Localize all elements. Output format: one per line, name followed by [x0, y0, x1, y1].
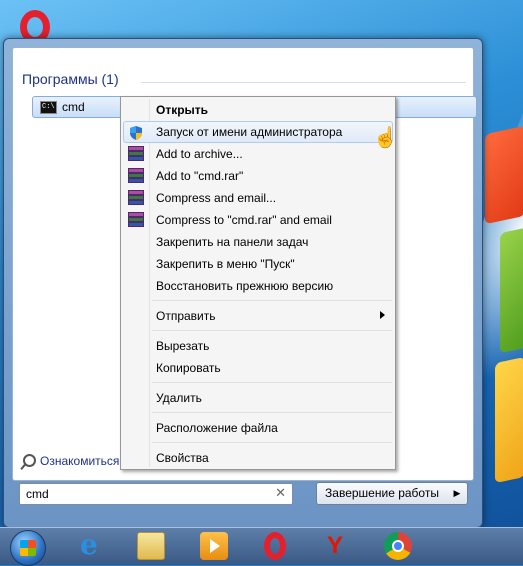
windows-logo-green — [500, 226, 523, 354]
opera-icon[interactable] — [264, 532, 286, 560]
menu-separator — [152, 412, 392, 413]
menu-item-cut[interactable]: Вырезать — [123, 335, 393, 357]
menu-item-delete[interactable]: Удалить — [123, 387, 393, 409]
media-player-icon[interactable] — [200, 532, 228, 560]
yandex-browser-icon[interactable] — [322, 532, 350, 560]
winrar-icon — [128, 146, 144, 162]
section-divider — [141, 82, 466, 83]
menu-separator — [152, 442, 392, 443]
windows-logo-red — [485, 125, 523, 225]
menu-item-open[interactable]: Открыть — [123, 99, 393, 121]
explorer-folder-icon[interactable] — [137, 532, 165, 560]
shutdown-options-button[interactable]: ▶ — [447, 482, 468, 505]
menu-separator — [152, 300, 392, 301]
see-more-results-link[interactable]: Ознакомиться с — [23, 454, 129, 468]
menu-item-run-as-admin[interactable]: Запуск от имени администратора — [123, 121, 393, 143]
chrome-icon[interactable] — [384, 532, 412, 560]
winrar-icon — [128, 190, 144, 206]
program-label: cmd — [62, 100, 85, 114]
menu-item-add-to-archive[interactable]: Add to archive... — [123, 143, 393, 165]
uac-shield-icon — [130, 126, 142, 140]
search-input[interactable]: cmd ✕ — [19, 483, 293, 505]
menu-item-pin-start[interactable]: Закрепить в меню "Пуск" — [123, 253, 393, 275]
shutdown-button[interactable]: Завершение работы — [316, 482, 448, 505]
context-menu: Открыть Запуск от имени администратора A… — [120, 96, 396, 470]
internet-explorer-icon[interactable] — [77, 528, 105, 561]
menu-item-compress-email[interactable]: Compress and email... — [123, 187, 393, 209]
winrar-icon — [128, 168, 144, 184]
clear-search-icon[interactable]: ✕ — [275, 485, 286, 501]
menu-item-send-to[interactable]: Отправить — [123, 305, 393, 327]
menu-item-copy[interactable]: Копировать — [123, 357, 393, 379]
search-value: cmd — [26, 487, 49, 501]
menu-item-properties[interactable]: Свойства — [123, 447, 393, 469]
menu-separator — [152, 330, 392, 331]
menu-item-pin-taskbar[interactable]: Закрепить на панели задач — [123, 231, 393, 253]
menu-item-add-to-cmd-rar[interactable]: Add to "cmd.rar" — [123, 165, 393, 187]
start-orb[interactable] — [10, 530, 46, 566]
menu-item-restore-previous[interactable]: Восстановить прежнюю версию — [123, 275, 393, 297]
submenu-arrow-icon — [380, 311, 385, 319]
hand-pointer-icon: ☝ — [373, 127, 398, 149]
taskbar — [0, 527, 523, 566]
menu-separator — [152, 382, 392, 383]
console-icon: C:\ — [40, 101, 57, 114]
menu-item-file-location[interactable]: Расположение файла — [123, 417, 393, 439]
windows-logo-yellow — [495, 356, 523, 484]
winrar-icon — [128, 212, 144, 228]
menu-item-compress-to-cmd-rar-email[interactable]: Compress to "cmd.rar" and email — [123, 209, 393, 231]
search-icon — [23, 454, 36, 467]
programs-section-title: Программы (1) — [22, 71, 119, 87]
